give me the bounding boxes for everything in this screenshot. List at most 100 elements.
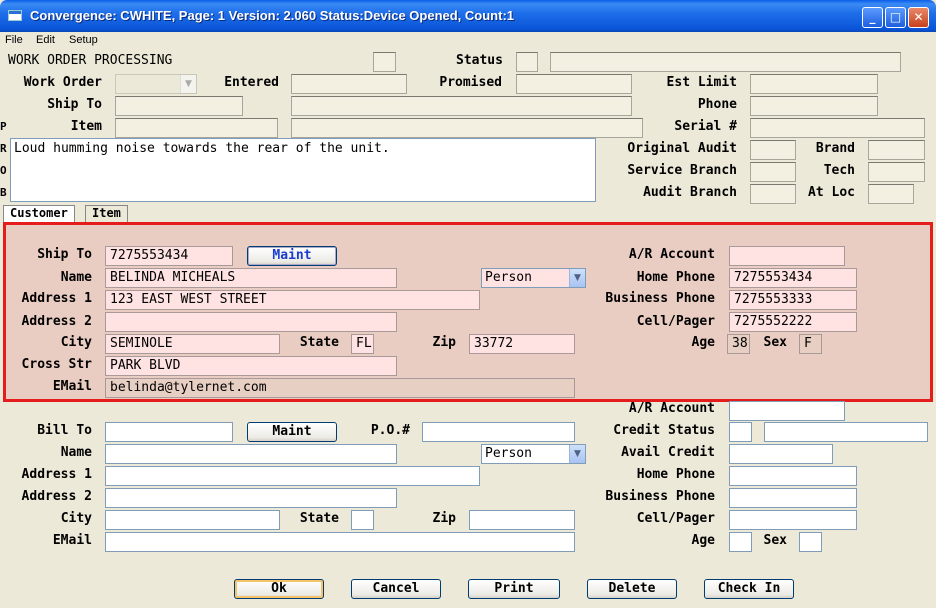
maximize-icon[interactable]: □	[885, 7, 906, 28]
cross-street-field[interactable]: PARK BLVD	[105, 356, 397, 376]
avail-credit-field[interactable]	[729, 444, 833, 464]
bill-to-maint-button[interactable]: Maint	[247, 422, 337, 442]
bill-ar-account-field[interactable]	[729, 401, 845, 421]
close-icon[interactable]: ✕	[908, 7, 929, 28]
bill-sex-label: Sex	[763, 533, 787, 548]
bill-city-field[interactable]	[105, 510, 280, 530]
bill-cell-pager-field[interactable]	[729, 510, 857, 530]
chevron-down-icon[interactable]: ▼	[569, 445, 585, 463]
entered-field[interactable]	[291, 74, 407, 94]
menu-file[interactable]: File	[5, 34, 23, 46]
tab-customer[interactable]: Customer	[3, 205, 75, 222]
chevron-down-icon[interactable]: ▼	[569, 269, 585, 287]
ship-to-name-header-field[interactable]	[291, 96, 632, 116]
bill-type-select[interactable]: Person ▼	[481, 444, 586, 464]
item-label: Item	[70, 119, 102, 134]
bill-business-phone-field[interactable]	[729, 488, 857, 508]
app-icon	[8, 10, 22, 21]
age-field[interactable]: 38	[727, 334, 750, 354]
check-in-button[interactable]: Check In	[704, 579, 794, 599]
tab-item[interactable]: Item	[85, 205, 128, 222]
audit-branch-field[interactable]	[750, 184, 796, 204]
brand-field[interactable]	[868, 140, 925, 160]
bill-name-label: Name	[60, 445, 92, 460]
ship-to-maint-button[interactable]: Maint	[247, 246, 337, 266]
address2-field[interactable]	[105, 312, 397, 332]
original-audit-label: Original Audit	[627, 141, 737, 156]
service-branch-field[interactable]	[750, 162, 796, 182]
tech-label: Tech	[823, 163, 855, 178]
state-field[interactable]: FL	[351, 334, 374, 354]
edge-letter: O	[0, 164, 7, 177]
status-description-field[interactable]	[550, 52, 901, 72]
promised-field[interactable]	[516, 74, 632, 94]
po-field[interactable]	[422, 422, 575, 442]
work-order-label: Work Order	[23, 75, 102, 90]
entered-label: Entered	[224, 75, 279, 90]
ship-to-header-field[interactable]	[115, 96, 243, 116]
home-phone-field[interactable]: 7275553434	[729, 268, 857, 288]
credit-status-code-field[interactable]	[729, 422, 752, 442]
sex-label: Sex	[763, 335, 787, 350]
po-label: P.O.#	[370, 423, 410, 438]
ship-to-header-label: Ship To	[47, 97, 102, 112]
customer-type-value: Person	[485, 270, 532, 285]
serial-field[interactable]	[750, 118, 925, 138]
credit-status-field[interactable]	[764, 422, 928, 442]
bill-state-label: State	[299, 511, 339, 526]
customer-type-select[interactable]: Person ▼	[481, 268, 586, 288]
work-order-select[interactable]: ▼	[115, 74, 197, 94]
phone-field[interactable]	[750, 96, 878, 116]
bill-ar-account-label: A/R Account	[628, 401, 715, 416]
bill-email-field[interactable]	[105, 532, 575, 552]
bill-email-label: EMail	[52, 533, 92, 548]
minimize-icon[interactable]: _	[862, 7, 883, 28]
bill-name-field[interactable]	[105, 444, 397, 464]
email-label: EMail	[52, 379, 92, 394]
sex-field[interactable]: F	[799, 334, 822, 354]
bill-sex-field[interactable]	[799, 532, 822, 552]
original-audit-field[interactable]	[750, 140, 796, 160]
cancel-button[interactable]: Cancel	[351, 579, 441, 599]
bill-zip-field[interactable]	[469, 510, 575, 530]
bill-state-field[interactable]	[351, 510, 374, 530]
at-loc-field[interactable]	[868, 184, 914, 204]
bill-cell-pager-label: Cell/Pager	[636, 511, 715, 526]
city-label: City	[60, 335, 92, 350]
bill-to-field[interactable]	[105, 422, 233, 442]
zip-label: Zip	[432, 335, 456, 350]
est-limit-label: Est Limit	[666, 75, 737, 90]
at-loc-label: At Loc	[808, 185, 855, 200]
serial-label: Serial #	[674, 119, 737, 134]
bill-address1-field[interactable]	[105, 466, 480, 486]
tech-field[interactable]	[868, 162, 925, 182]
bill-home-phone-field[interactable]	[729, 466, 857, 486]
status-code-field[interactable]	[516, 52, 538, 72]
bill-address2-field[interactable]	[105, 488, 397, 508]
est-limit-field[interactable]	[750, 74, 878, 94]
cell-pager-field[interactable]: 7275552222	[729, 312, 857, 332]
print-button[interactable]: Print	[468, 579, 560, 599]
bill-address2-label: Address 2	[21, 489, 92, 504]
service-branch-label: Service Branch	[627, 163, 737, 178]
name-field[interactable]: BELINDA MICHEALS	[105, 268, 397, 288]
cross-street-label: Cross Str	[21, 357, 92, 372]
ok-button[interactable]: Ok	[234, 579, 324, 599]
menu-setup[interactable]: Setup	[69, 34, 98, 46]
status-flag-field[interactable]	[373, 52, 396, 72]
item-field[interactable]	[115, 118, 278, 138]
problem-description-textarea[interactable]: Loud humming noise towards the rear of t…	[10, 138, 596, 202]
business-phone-field[interactable]: 7275553333	[729, 290, 857, 310]
ar-account-field[interactable]	[729, 246, 845, 266]
menu-edit[interactable]: Edit	[36, 34, 55, 46]
age-label: Age	[691, 335, 715, 350]
city-field[interactable]: SEMINOLE	[105, 334, 280, 354]
chevron-down-icon[interactable]: ▼	[180, 75, 196, 93]
zip-field[interactable]: 33772	[469, 334, 575, 354]
address1-field[interactable]: 123 EAST WEST STREET	[105, 290, 480, 310]
ship-to-field[interactable]: 7275553434	[105, 246, 233, 266]
delete-button[interactable]: Delete	[587, 579, 677, 599]
bill-age-field[interactable]	[729, 532, 752, 552]
email-field[interactable]: belinda@tylernet.com	[105, 378, 575, 398]
item-description-field[interactable]	[291, 118, 643, 138]
